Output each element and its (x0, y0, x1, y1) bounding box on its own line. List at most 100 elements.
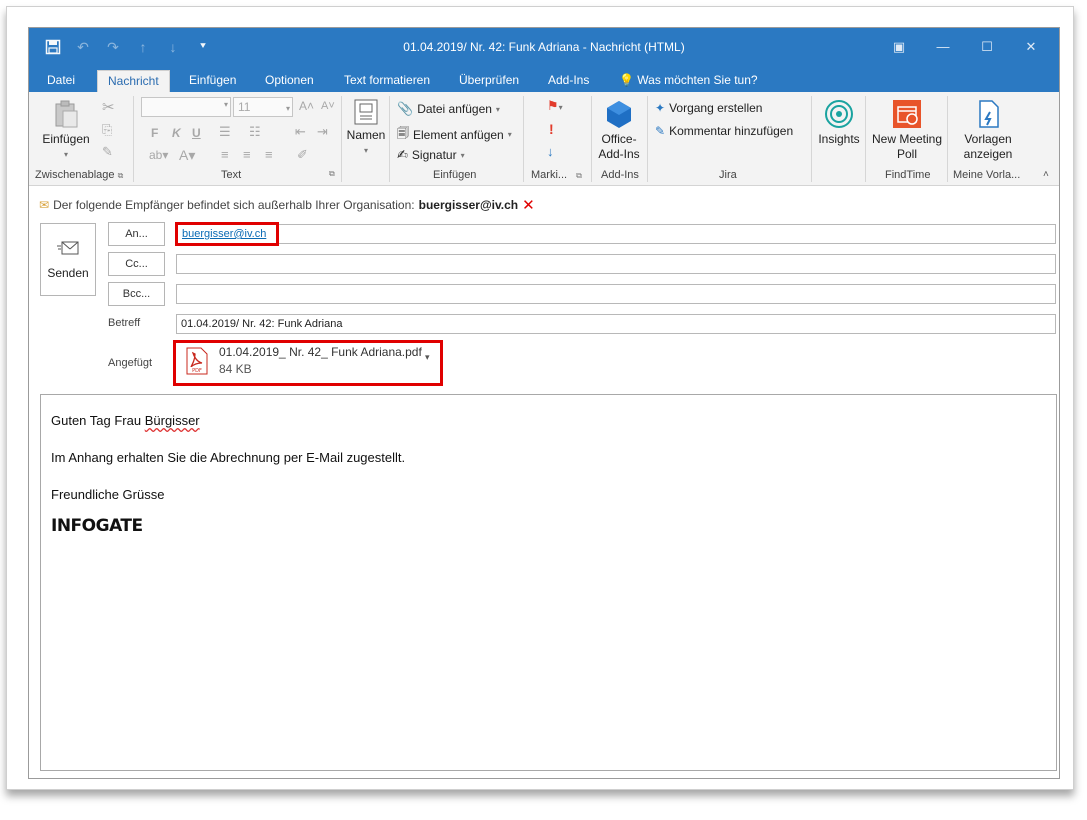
clear-formatting-icon[interactable]: ✐ (297, 147, 308, 163)
maximize-icon[interactable]: ☐ (967, 34, 1007, 60)
separator (647, 96, 648, 182)
bold-button[interactable]: F (151, 126, 158, 140)
close-icon[interactable]: ✕ (1011, 34, 1051, 60)
separator (133, 96, 134, 182)
dialog-launcher-icon[interactable]: ⧉ (576, 171, 582, 180)
create-issue-button[interactable]: ✦ Vorgang erstellen (655, 101, 762, 115)
grow-font-icon[interactable]: A˄ (299, 99, 314, 113)
tab-datei[interactable]: Datei (37, 70, 85, 92)
message-body[interactable]: Guten Tag Frau Bürgisser Im Anhang erhal… (40, 394, 1057, 771)
dismiss-notice-icon[interactable]: ✕ (522, 196, 535, 214)
cc-button[interactable]: Cc... (108, 252, 165, 276)
format-painter-icon[interactable]: ✎ (102, 144, 113, 160)
notice-recipient: buergisser@iv.ch (418, 198, 519, 212)
external-recipient-notice: ✉ Der folgende Empfänger befindet sich a… (39, 196, 535, 214)
highlight-box-attachment (173, 340, 443, 386)
paste-button[interactable]: Einfügen ▾ (41, 98, 91, 162)
bcc-button[interactable]: Bcc... (108, 282, 165, 306)
send-label: Senden (47, 266, 89, 280)
title-bar: ↶ ↷ ↑ ↓ ⯆ 01.04.2019/ Nr. 42: Funk Adria… (29, 28, 1059, 70)
tell-me-search[interactable]: 💡 Was möchten Sie tun? (609, 70, 768, 92)
low-importance-icon[interactable]: ↓ (547, 144, 554, 159)
body-line-1: Im Anhang erhalten Sie die Abrechnung pe… (51, 450, 406, 465)
dialog-launcher-icon[interactable]: ⧉ (118, 171, 124, 180)
tags-group-text: Marki... (531, 169, 568, 181)
align-center-icon[interactable]: ≡ (243, 147, 251, 162)
separator (947, 96, 948, 182)
chevron-down-icon: ▾ (507, 130, 512, 139)
greeting-line: Guten Tag Frau Bürgisser (51, 413, 1046, 428)
names-button[interactable]: Namen ▾ (345, 98, 387, 158)
attach-item-button[interactable]: 🗐 Element anfügen ▾ (397, 124, 512, 145)
italic-button[interactable]: K (172, 126, 181, 140)
align-left-icon[interactable]: ≡ (221, 147, 229, 162)
follow-up-flag-icon[interactable]: ⚑▾ (547, 98, 563, 114)
separator (591, 96, 592, 182)
window-controls: ▣ — ☐ ✕ (879, 34, 1051, 60)
font-size-value: 11 (238, 100, 251, 114)
office-add-ins-button[interactable]: Office-Add-Ins (595, 98, 643, 162)
font-name-box[interactable]: ▾ (141, 97, 231, 117)
new-meeting-poll-button[interactable]: New Meeting Poll (869, 98, 945, 162)
subject-label: Betreff (108, 317, 141, 329)
numbering-icon[interactable]: ☷ (249, 124, 261, 140)
tab-optionen[interactable]: Optionen (255, 70, 324, 92)
high-importance-icon[interactable]: ! (549, 121, 554, 137)
to-button[interactable]: An... (108, 222, 165, 246)
dialog-launcher-icon[interactable]: ⧉ (329, 169, 335, 179)
cut-icon[interactable]: ✂ (102, 98, 115, 116)
ribbon-display-icon[interactable]: ▣ (879, 34, 919, 60)
collapse-ribbon-icon[interactable]: ˄ (1043, 169, 1049, 180)
font-size-box[interactable]: 11 ▾ (233, 97, 293, 117)
decrease-indent-icon[interactable]: ⇤ (295, 124, 306, 140)
bcc-field[interactable] (176, 284, 1056, 304)
add-comment-button[interactable]: ✎ Kommentar hinzufügen (655, 124, 793, 138)
minimize-icon[interactable]: — (923, 34, 963, 60)
envelope-warning-icon: ✉ (39, 198, 50, 212)
insights-button[interactable]: Insights (815, 98, 863, 147)
ribbon-tabs: Datei Nachricht Einfügen Optionen Text f… (29, 70, 1059, 92)
copy-icon[interactable]: ⎘ (102, 122, 112, 138)
meeting-poll-icon (891, 98, 923, 130)
view-templates-button[interactable]: Vorlagen anzeigen (951, 98, 1025, 162)
separator (811, 96, 812, 182)
outlook-compose-window: ↶ ↷ ↑ ↓ ⯆ 01.04.2019/ Nr. 42: Funk Adria… (28, 27, 1060, 779)
tab-ueberpruefen[interactable]: Überprüfen (449, 70, 529, 92)
group-label-templates: Meine Vorla... (953, 169, 1021, 181)
signature-button[interactable]: ✍ Signatur ▾ (397, 147, 465, 163)
separator (523, 96, 524, 182)
send-button[interactable]: Senden (40, 223, 96, 296)
underline-button[interactable]: U (192, 126, 201, 140)
highlight-color-icon[interactable]: ab▾ (149, 148, 168, 162)
subject-field[interactable]: 01.04.2019/ Nr. 42: Funk Adriana (176, 314, 1056, 334)
greeting-text: Guten Tag Frau (51, 413, 145, 428)
chevron-down-icon: ▾ (460, 150, 465, 160)
notice-text: Der folgende Empfänger befindet sich auß… (53, 198, 415, 212)
insights-icon (823, 98, 855, 130)
attach-file-label: Datei anfügen (417, 102, 492, 116)
paste-dropdown-icon: ▾ (63, 150, 68, 159)
attach-file-button[interactable]: 📎 Datei anfügen ▾ (397, 101, 500, 117)
address-book-icon (352, 98, 380, 126)
chevron-down-icon: ▾ (285, 104, 290, 113)
attach-item-label: Element anfügen (413, 127, 504, 142)
tab-nachricht[interactable]: Nachricht (97, 70, 170, 92)
font-color-icon[interactable]: A▾ (179, 147, 195, 164)
shrink-font-icon[interactable]: A˅ (321, 100, 335, 112)
cc-field[interactable] (176, 254, 1056, 274)
insights-label: Insights (818, 132, 860, 146)
tab-add-ins[interactable]: Add-Ins (538, 70, 599, 92)
group-label-clipboard: Zwischenablage ⧉ (35, 169, 123, 181)
tab-text-formatieren[interactable]: Text formatieren (334, 70, 440, 92)
add-comment-label: Kommentar hinzufügen (669, 124, 794, 138)
paperclip-icon: 📎 (397, 101, 414, 116)
align-right-icon[interactable]: ≡ (265, 147, 273, 162)
tab-einfuegen[interactable]: Einfügen (179, 70, 246, 92)
bullets-icon[interactable]: ☰ (219, 124, 231, 140)
highlight-box-recipient (175, 222, 279, 246)
separator (341, 96, 342, 182)
office-add-ins-label: Office-Add-Ins (598, 132, 640, 161)
increase-indent-icon[interactable]: ⇥ (317, 124, 328, 140)
group-label-findtime: FindTime (885, 169, 931, 181)
to-field[interactable]: buergisser@iv.ch (176, 224, 1056, 244)
